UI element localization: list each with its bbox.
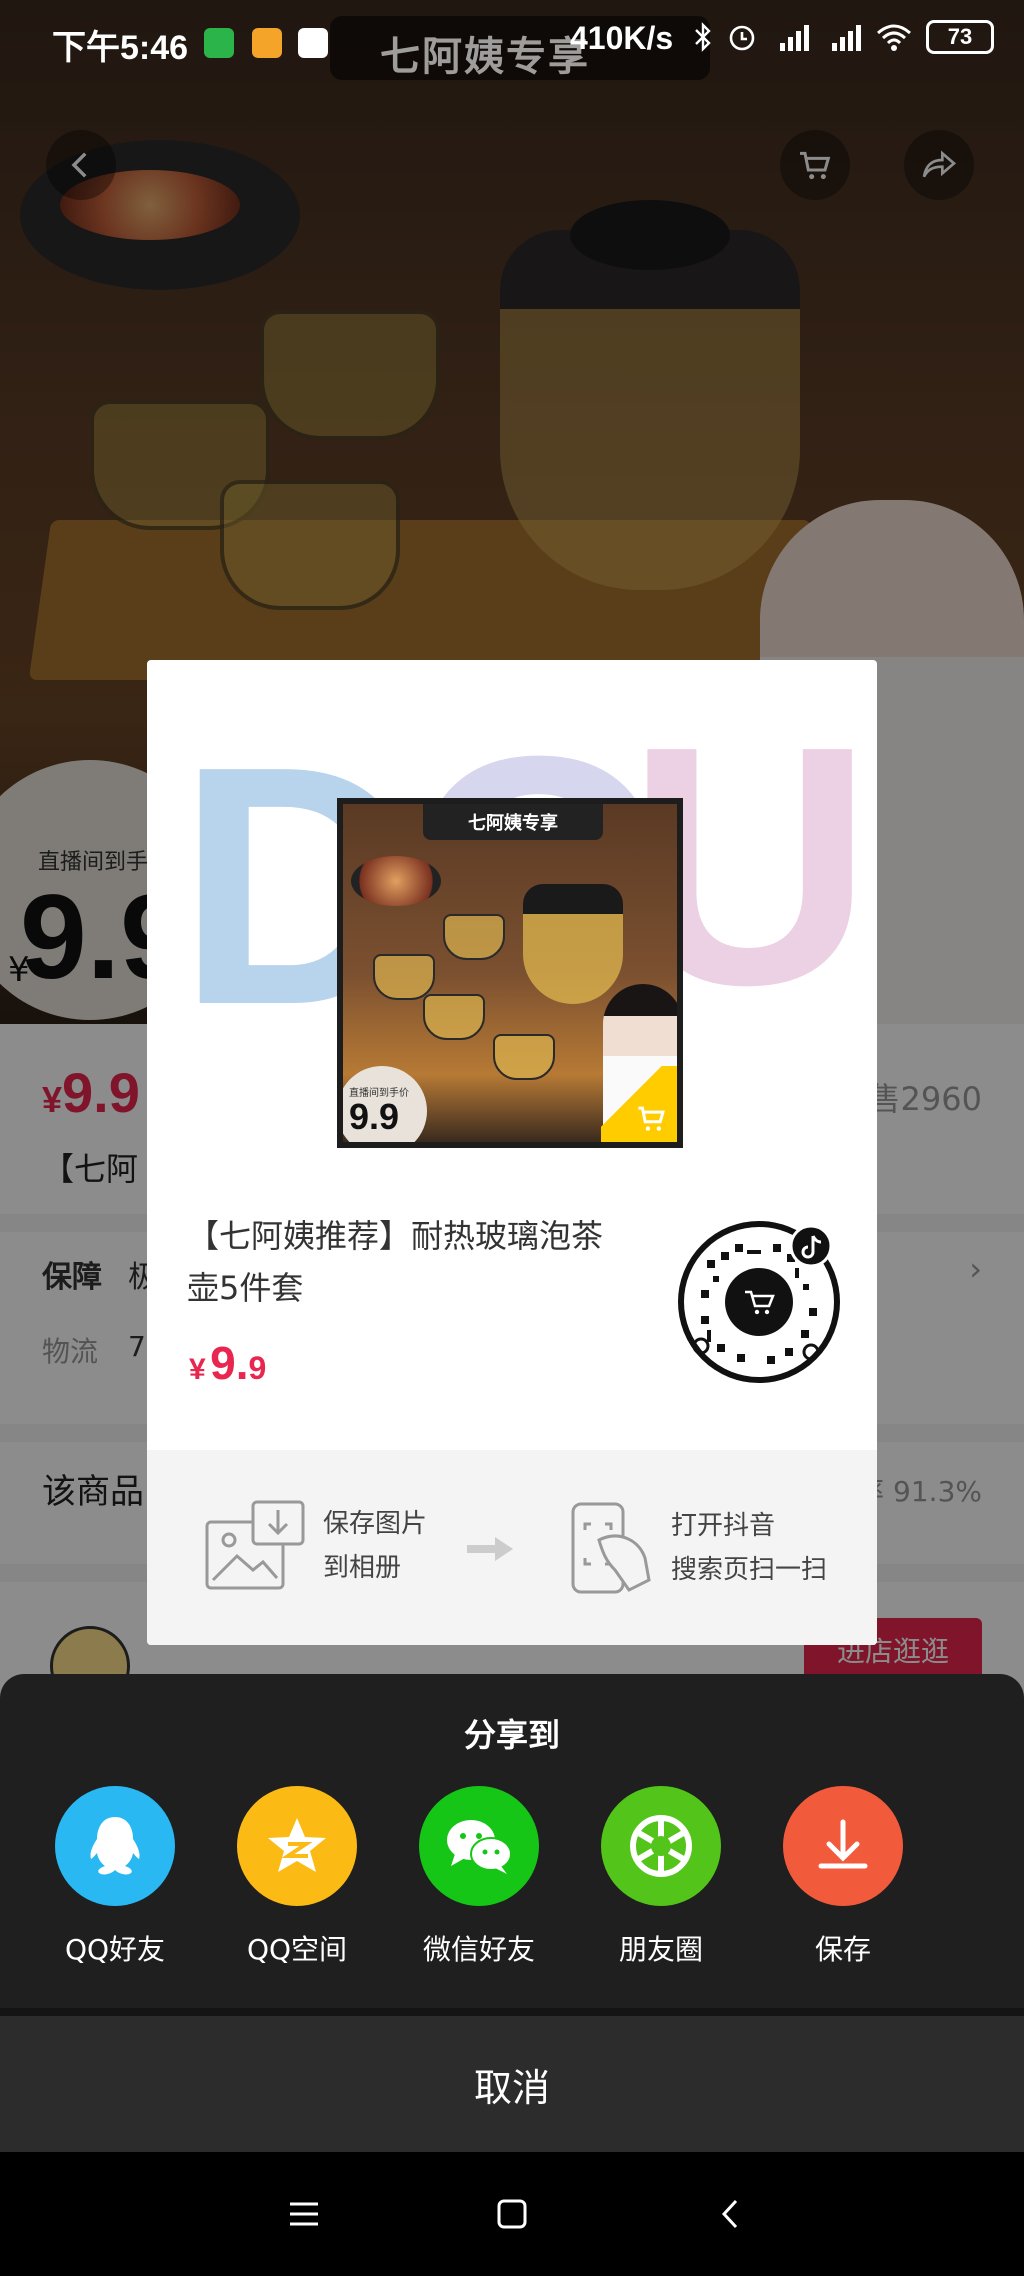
signal-hd-icon <box>780 25 809 51</box>
signal-hd-icon <box>832 25 861 51</box>
share-save[interactable]: 保存 <box>768 1786 918 1968</box>
image-cup <box>373 954 435 1000</box>
menu-icon <box>290 2202 318 2226</box>
share-wechat-friend[interactable]: 微信好友 <box>404 1786 554 1968</box>
poster-price-yen: ¥ <box>189 1353 206 1386</box>
poster-price: ¥ 9.9 <box>189 1336 266 1390</box>
poster-product-image: 七阿姨专享 直播间到手价 9.9 <box>337 798 683 1148</box>
step1-line1: 保存图片 <box>323 1509 428 1539</box>
share-save-label: 保存 <box>814 1933 871 1966</box>
image-tag: 七阿姨专享 <box>423 804 603 840</box>
battery-icon: 73 <box>926 20 994 54</box>
image-cup <box>493 1034 555 1080</box>
douyin-qr-code <box>678 1221 840 1383</box>
network-speed: 410K/s <box>570 20 674 56</box>
home-square-icon <box>497 2199 527 2229</box>
nav-menu-button[interactable] <box>282 2192 326 2236</box>
bluetooth-icon <box>695 22 711 52</box>
page-title: 七阿姨专享 <box>380 35 590 79</box>
status-time: 下午5:46 <box>52 29 189 67</box>
poster-product-title: 【七阿姨推荐】耐热玻璃泡茶壶5件套 <box>187 1217 604 1307</box>
qzone-icon[interactable] <box>237 1786 357 1906</box>
image-cup <box>443 914 505 960</box>
image-badge-price: 9.9 <box>349 1096 400 1137</box>
message-notification-icon <box>252 28 282 58</box>
arrow-right-icon <box>467 1537 513 1561</box>
share-qzone[interactable]: QQ空间 <box>222 1786 372 1968</box>
step1-line2: 到相册 <box>323 1553 402 1583</box>
system-nav-bar <box>0 2152 1024 2276</box>
image-teapot <box>523 884 623 1004</box>
cart-icon <box>638 1106 665 1131</box>
qq-icon[interactable] <box>55 1786 175 1906</box>
share-qq-friend-label: QQ好友 <box>64 1933 166 1966</box>
share-qq-friend[interactable]: QQ好友 <box>40 1786 190 1968</box>
image-cart-corner <box>601 1066 677 1142</box>
back-chevron-icon <box>721 2199 738 2229</box>
nav-home-button[interactable] <box>490 2192 534 2236</box>
step-open-douyin: 打开抖音 搜索页扫一扫 <box>559 1500 827 1596</box>
download-icon[interactable] <box>783 1786 903 1906</box>
save-image-icon <box>205 1500 305 1590</box>
share-wechat-friend-label: 微信好友 <box>422 1933 535 1966</box>
sheet-separator <box>0 2008 1024 2016</box>
scan-phone-icon <box>571 1502 651 1594</box>
image-price-badge: 直播间到手价 9.9 <box>343 1066 427 1142</box>
poster-instructions: 保存图片 到相册 打开抖音 搜索页扫一扫 <box>147 1450 877 1645</box>
status-icons: 73 <box>692 20 994 54</box>
step2-line2: 搜索页扫一扫 <box>671 1555 828 1585</box>
poster-price-dec: 9 <box>248 1350 267 1386</box>
status-bar: 下午5:46 七阿姨专享 410K/s 73 <box>0 0 1024 84</box>
wifi-icon <box>877 24 911 51</box>
wechat-notification-icon <box>204 28 234 58</box>
step-save-image: 保存图片 到相册 <box>203 1500 427 1592</box>
wechat-icon[interactable] <box>419 1786 539 1906</box>
alarm-icon <box>729 25 755 51</box>
share-sheet-title: 分享到 <box>463 1716 560 1754</box>
image-cup <box>423 994 485 1040</box>
image-plate <box>351 856 441 906</box>
app-notification-icon <box>298 28 328 58</box>
share-qzone-label: QQ空间 <box>246 1933 348 1966</box>
nav-back-button[interactable] <box>708 2192 752 2236</box>
share-moments[interactable]: 朋友圈 <box>586 1786 736 1968</box>
share-poster: D O U 七阿姨专享 直播间到手价 9.9 【七阿姨推荐】耐热玻璃泡茶壶5件套… <box>147 660 877 1645</box>
step2-line1: 打开抖音 <box>671 1511 776 1541</box>
cancel-button[interactable]: 取消 <box>0 2016 1024 2152</box>
poster-price-int: 9. <box>210 1337 249 1389</box>
share-moments-label: 朋友圈 <box>618 1933 703 1966</box>
moments-icon[interactable] <box>601 1786 721 1906</box>
